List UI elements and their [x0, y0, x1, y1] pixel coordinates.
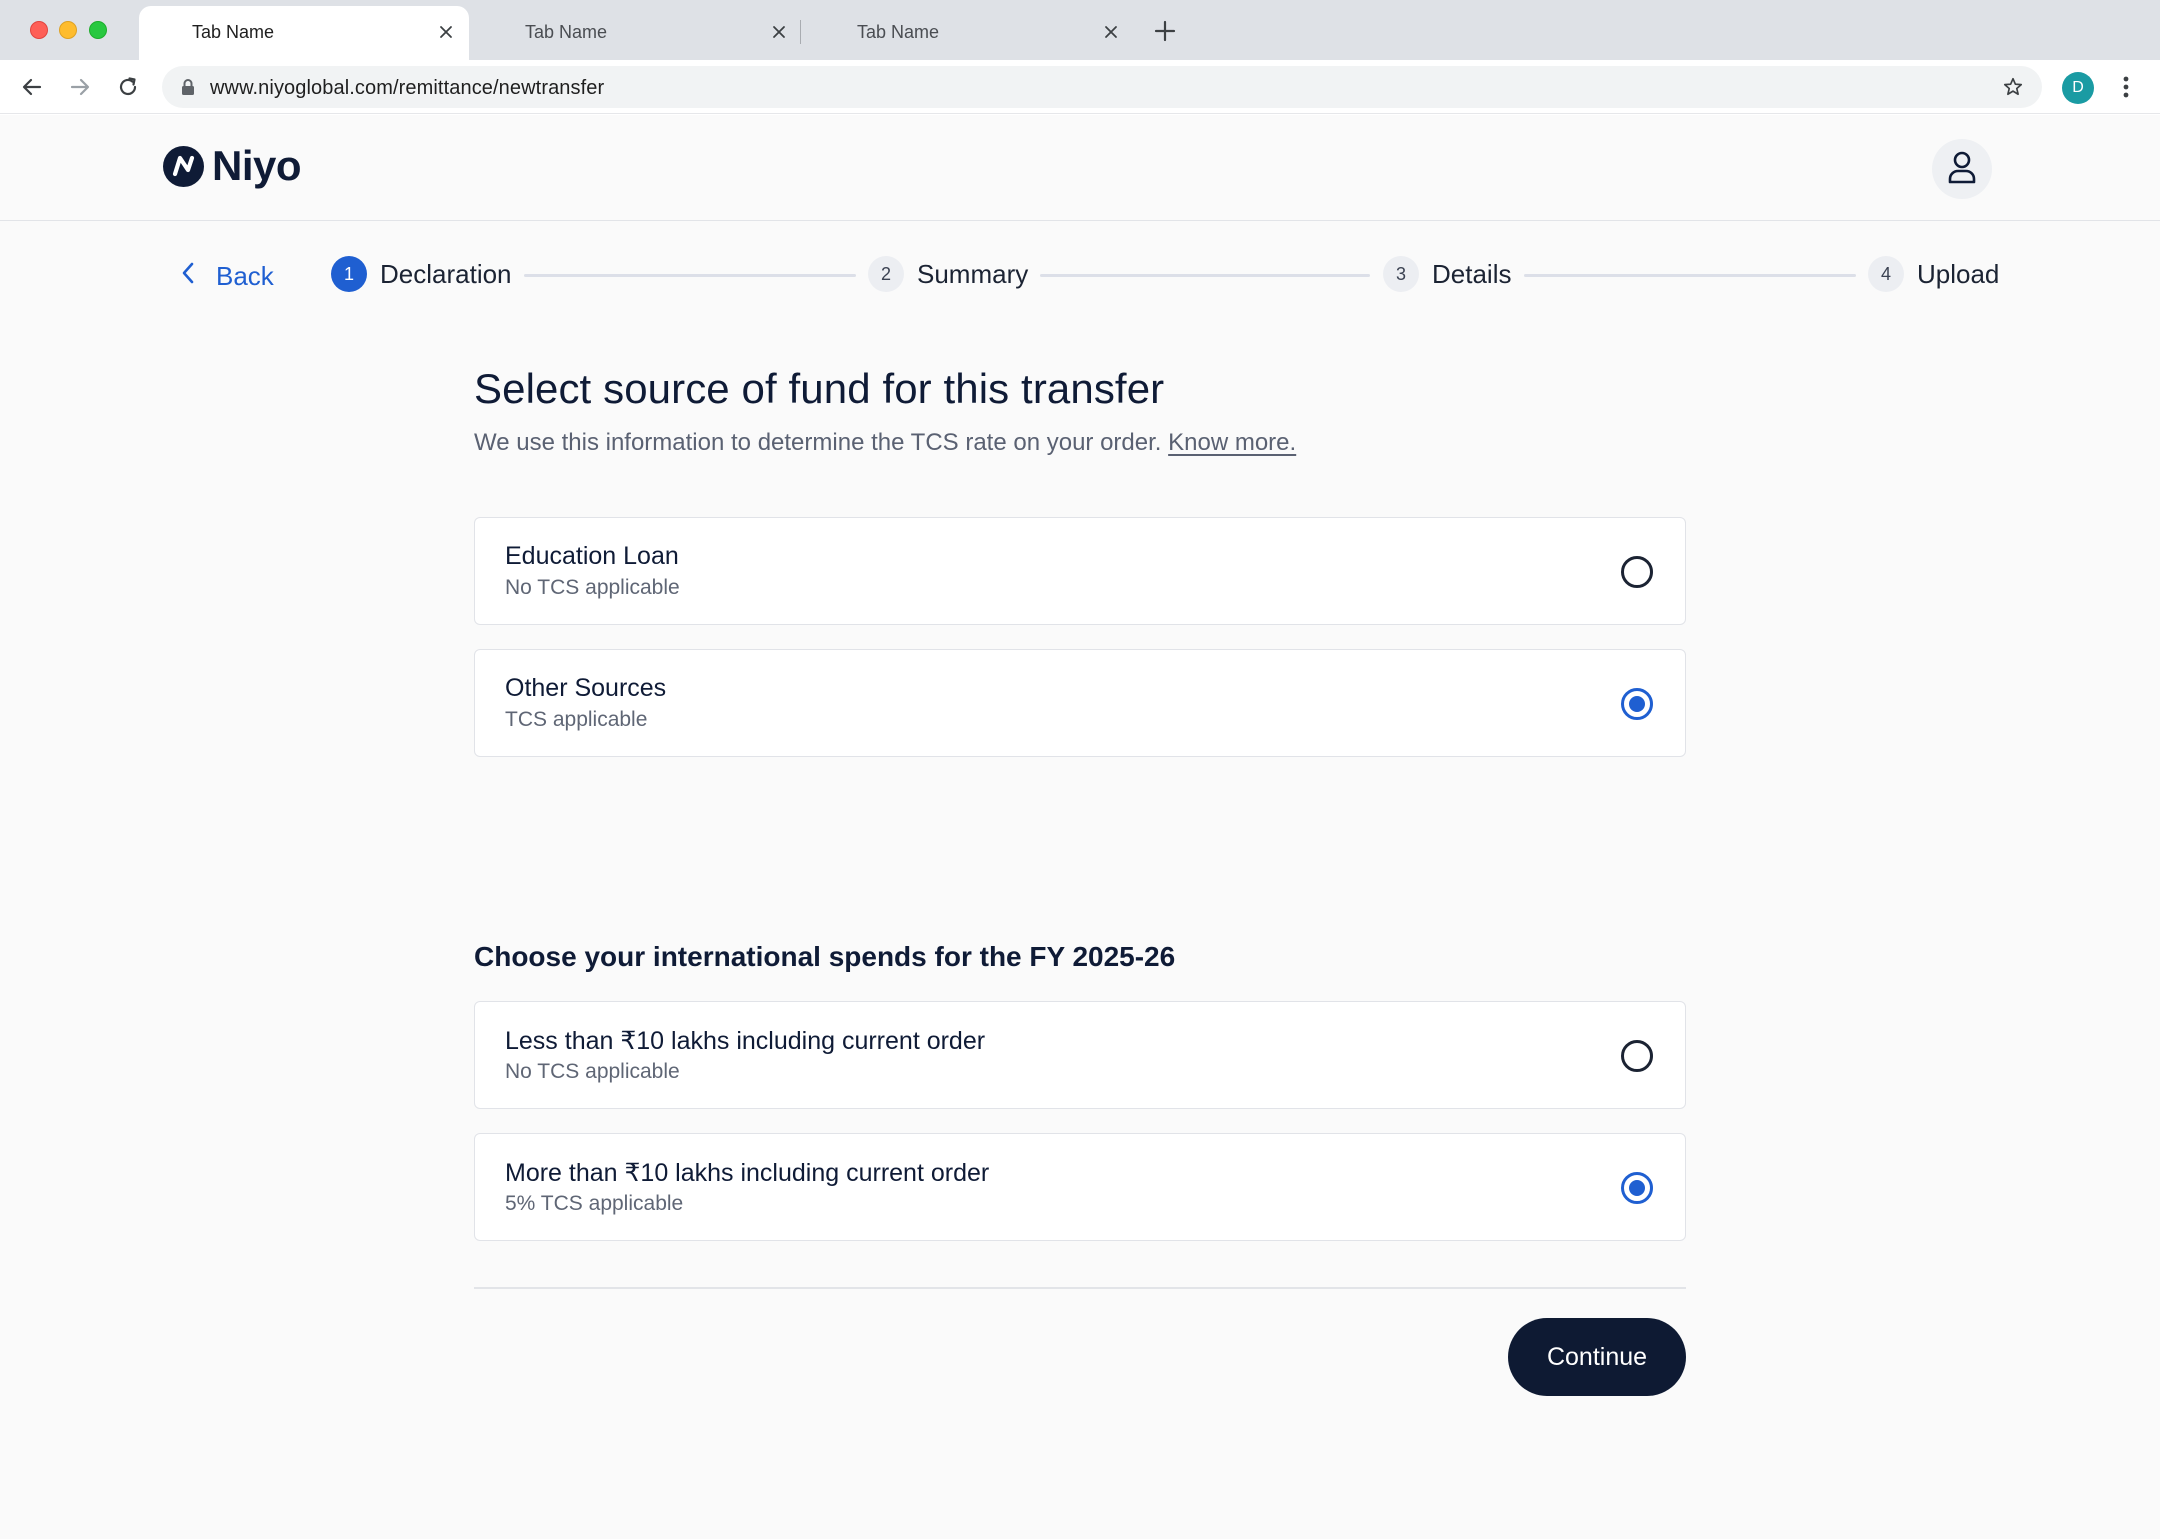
close-icon[interactable]	[768, 21, 790, 43]
option-title: Other Sources	[505, 674, 667, 702]
spends-heading: Choose your international spends for the…	[474, 941, 1176, 972]
step-details: 3 Details	[1383, 255, 1511, 293]
back-link[interactable]: Back	[180, 261, 274, 292]
step-connector	[524, 274, 856, 277]
lock-icon	[180, 78, 196, 101]
plus-icon[interactable]	[1152, 18, 1178, 44]
declaration-form: Select source of fund for this transfer …	[474, 365, 1686, 1396]
close-icon[interactable]	[1100, 21, 1122, 43]
star-icon[interactable]	[2002, 76, 2024, 103]
browser-tab-1[interactable]: Tab Name	[139, 6, 469, 60]
page-title: Select source of fund for this transfer	[474, 365, 1165, 412]
radio-other-sources[interactable]	[1621, 688, 1653, 720]
step-number: 3	[1383, 256, 1419, 292]
tab-label: Tab Name	[192, 22, 275, 42]
option-other-sources[interactable]: Other Sources TCS applicable	[474, 649, 1686, 757]
url-text[interactable]: www.niyoglobal.com/remittance/newtransfe…	[210, 77, 604, 100]
option-title: More than ₹10 lakhs including current or…	[505, 1159, 990, 1187]
user-icon	[1946, 150, 1978, 189]
brand-logo[interactable]: Niyo	[163, 142, 302, 189]
page-subtitle: We use this information to determine the…	[474, 429, 1686, 457]
option-less-than-10-lakhs[interactable]: Less than ₹10 lakhs including current or…	[474, 1001, 1686, 1109]
subtitle-text: We use this information to determine the…	[474, 429, 1162, 456]
know-more-link[interactable]: Know more.	[1168, 429, 1296, 456]
back-label: Back	[216, 261, 274, 291]
option-description: TCS applicable	[505, 708, 648, 731]
option-description: 5% TCS applicable	[505, 1192, 684, 1215]
step-connector	[1524, 274, 1856, 277]
option-title: Less than ₹10 lakhs including current or…	[505, 1027, 986, 1055]
browser-tab-bar: Tab Name Tab Name Tab Name	[0, 0, 2160, 60]
option-description: No TCS applicable	[505, 576, 680, 599]
site-header: Niyo	[0, 115, 2160, 221]
step-connector	[1040, 274, 1370, 277]
tab-label: Tab Name	[525, 22, 608, 42]
browser-toolbar: www.niyoglobal.com/remittance/newtransfe…	[0, 60, 2160, 114]
kebab-menu-icon[interactable]	[2116, 73, 2136, 101]
logo-mark	[163, 145, 204, 187]
option-education-loan[interactable]: Education Loan No TCS applicable	[474, 517, 1686, 625]
progress-stepper: Back 1 Declaration 2 Summary 3 Details 4…	[0, 255, 2160, 305]
option-more-than-10-lakhs[interactable]: More than ₹10 lakhs including current or…	[474, 1133, 1686, 1241]
option-title: Education Loan	[505, 542, 679, 570]
option-description: No TCS applicable	[505, 1060, 680, 1083]
close-icon[interactable]	[435, 21, 457, 43]
window-zoom-button[interactable]	[89, 21, 107, 39]
step-upload: 4 Upload	[1868, 255, 1999, 293]
step-label: Summary	[917, 258, 1029, 289]
step-number: 1	[331, 256, 367, 292]
step-label: Upload	[1917, 258, 2000, 289]
browser-tab-3[interactable]: Tab Name	[804, 6, 1134, 60]
step-number: 4	[1868, 256, 1904, 292]
radio-less-than-10-lakhs[interactable]	[1621, 1040, 1653, 1072]
chevron-left-icon	[180, 261, 196, 292]
forward-arrow-icon[interactable]	[66, 73, 94, 101]
step-summary: 2 Summary	[868, 255, 1028, 293]
radio-more-than-10-lakhs[interactable]	[1621, 1172, 1653, 1204]
radio-education-loan[interactable]	[1621, 556, 1653, 588]
window-close-button[interactable]	[30, 21, 48, 39]
tab-separator	[800, 20, 801, 44]
page: Niyo Back 1 Declaration 2 Summary 3 Deta…	[0, 115, 2160, 1539]
user-account-button[interactable]	[1932, 139, 1992, 199]
step-declaration: 1 Declaration	[331, 255, 512, 293]
tab-label: Tab Name	[857, 22, 940, 42]
step-label: Declaration	[380, 258, 512, 289]
browser-tab-2[interactable]: Tab Name	[472, 6, 802, 60]
address-bar[interactable]: www.niyoglobal.com/remittance/newtransfe…	[162, 66, 2042, 108]
continue-button[interactable]: Continue	[1508, 1318, 1686, 1396]
reload-icon[interactable]	[114, 73, 142, 101]
window-minimize-button[interactable]	[59, 21, 77, 39]
profile-avatar[interactable]: D	[2062, 72, 2094, 104]
step-label: Details	[1432, 258, 1512, 289]
form-divider	[474, 1287, 1686, 1289]
step-number: 2	[868, 256, 904, 292]
brand-name: Niyo	[212, 142, 302, 189]
back-arrow-icon[interactable]	[18, 73, 46, 101]
